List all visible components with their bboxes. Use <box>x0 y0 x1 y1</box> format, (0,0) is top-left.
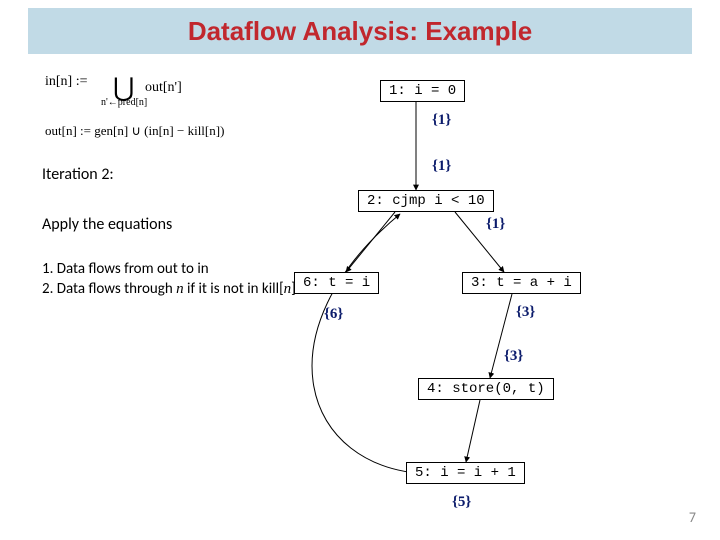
rule-2: 2. Data flows through n if it is not in … <box>42 280 302 300</box>
rules-block: 1. Data flows from out to in 2. Data flo… <box>42 260 302 299</box>
slide-title: Dataflow Analysis: Example <box>188 16 532 47</box>
node-5: 5: i = i + 1 <box>406 462 525 484</box>
iteration-label: Iteration 2: <box>42 165 114 184</box>
page-number: 7 <box>689 509 696 526</box>
slide-title-bar: Dataflow Analysis: Example <box>28 8 692 54</box>
in-set-4: {3} <box>504 348 523 365</box>
eq-in-lhs: in[n] := <box>45 74 88 89</box>
equation-out: out[n] := gen[n] ∪ (in[n] − kill[n]) <box>45 122 224 140</box>
node-2: 2: cjmp i < 10 <box>358 190 494 212</box>
apply-label: Apply the equations <box>42 215 172 234</box>
equations-block: in[n] := ⋃ n'←pred[n] out[n'] out[n] := … <box>45 72 224 140</box>
node-3: 3: t = a + i <box>462 272 581 294</box>
out-set-2: {1} <box>486 216 505 233</box>
in-set-2: {1} <box>432 158 451 175</box>
out-set-6: {6} <box>324 306 343 323</box>
out-set-3a: {3} <box>516 304 535 321</box>
node-1: 1: i = 0 <box>380 80 465 102</box>
out-set-5: {5} <box>452 494 471 511</box>
node-6: 6: t = i <box>294 272 379 294</box>
equation-in: in[n] := ⋃ n'←pred[n] out[n'] <box>45 72 224 112</box>
out-set-1a: {1} <box>432 112 451 129</box>
rule-1: 1. Data flows from out to in <box>42 260 302 280</box>
node-4: 4: store(0, t) <box>418 378 554 400</box>
union-subscript: n'←pred[n] <box>101 96 147 110</box>
eq-in-rhs: out[n'] <box>145 78 182 98</box>
